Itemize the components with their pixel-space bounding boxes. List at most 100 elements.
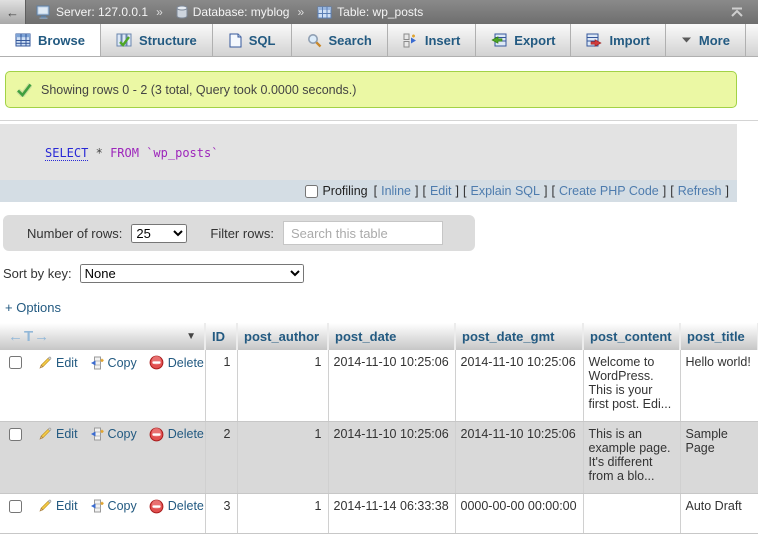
edit-query-link[interactable]: Edit <box>430 184 452 198</box>
tab-more[interactable]: More <box>666 24 746 56</box>
tab-more-label: More <box>699 33 730 48</box>
copy-icon <box>90 427 104 441</box>
tab-import[interactable]: Import <box>571 24 665 56</box>
row-checkbox[interactable] <box>9 428 22 441</box>
cell-post-title: Auto Draft <box>680 493 758 533</box>
options-toggle[interactable]: + Options <box>5 300 61 315</box>
full-texts-toggle[interactable]: ←T→ <box>8 328 50 345</box>
copy-button[interactable]: Copy <box>90 356 137 370</box>
sort-by-key-row: Sort by key: None <box>3 264 758 283</box>
browse-icon <box>15 33 31 47</box>
delete-icon <box>149 355 164 370</box>
sql-query: SELECT * FROM `wp_posts` <box>0 124 737 180</box>
tab-export[interactable]: Export <box>476 24 571 56</box>
cell-post-author: 1 <box>237 350 328 421</box>
column-header-post-date[interactable]: post_date <box>328 323 455 350</box>
column-header-post-date-gmt[interactable]: post_date_gmt <box>455 323 583 350</box>
actions-header: ←T→ ▼ <box>0 323 205 350</box>
tab-browse[interactable]: Browse <box>0 24 101 56</box>
column-header-post-author[interactable]: post_author <box>237 323 328 350</box>
tab-sql-label: SQL <box>249 33 276 48</box>
chevron-down-icon <box>681 36 692 44</box>
breadcrumb-separator: » <box>156 5 163 19</box>
structure-icon <box>116 33 132 47</box>
delete-button[interactable]: Delete <box>149 499 204 514</box>
column-header-id[interactable]: ID <box>205 323 237 350</box>
filter-rows-input[interactable] <box>283 221 443 245</box>
create-php-code-link[interactable]: Create PHP Code <box>559 184 659 198</box>
tab-import-label: Import <box>609 33 649 48</box>
cell-post-content <box>583 493 680 533</box>
bracket: [ <box>374 184 377 198</box>
success-check-icon <box>16 82 32 97</box>
sort-by-key-select[interactable]: None <box>80 264 304 283</box>
delete-icon <box>149 427 164 442</box>
edit-button[interactable]: Edit <box>38 499 78 513</box>
pencil-icon <box>38 356 52 370</box>
breadcrumb-table-label: Table: wp_posts <box>337 5 423 19</box>
number-of-rows-select[interactable]: 25 <box>131 224 187 243</box>
explain-sql-link[interactable]: Explain SQL <box>470 184 539 198</box>
cell-post-title: Hello world! <box>680 350 758 421</box>
back-button[interactable]: ← <box>0 0 26 24</box>
export-icon <box>491 33 507 47</box>
tab-bar: Browse Structure SQL Search Insert Expor… <box>0 24 758 57</box>
insert-icon <box>403 33 418 48</box>
delete-button[interactable]: Delete <box>149 427 204 442</box>
breadcrumb-server[interactable]: Server: 127.0.0.1 <box>36 5 148 19</box>
refresh-link[interactable]: Refresh <box>678 184 722 198</box>
bracket: ] <box>415 184 418 198</box>
database-icon <box>176 5 188 19</box>
cell-post-date-gmt: 2014-11-10 10:25:06 <box>455 350 583 421</box>
cell-post-content: Welcome to WordPress. This is your first… <box>583 350 680 421</box>
query-toolbar: Profiling [ Inline ] [ Edit ] [ Explain … <box>0 180 737 202</box>
tab-sql[interactable]: SQL <box>213 24 292 56</box>
delete-icon <box>149 499 164 514</box>
profiling-checkbox[interactable] <box>305 185 318 198</box>
tab-structure-label: Structure <box>139 33 197 48</box>
rows-control-bar: Number of rows: 25 Filter rows: <box>3 215 475 251</box>
edit-button[interactable]: Edit <box>38 356 78 370</box>
bracket: ] <box>544 184 547 198</box>
collapse-icon[interactable] <box>730 7 744 17</box>
section-divider <box>0 120 758 121</box>
table-icon <box>317 6 332 19</box>
table-header-row: ←T→ ▼ ID post_author post_date post_date… <box>0 323 758 350</box>
delete-button[interactable]: Delete <box>149 355 204 370</box>
tab-export-label: Export <box>514 33 555 48</box>
copy-button[interactable]: Copy <box>90 499 137 513</box>
cell-post-author: 1 <box>237 493 328 533</box>
tab-insert-label: Insert <box>425 33 460 48</box>
profiling-label: Profiling <box>322 184 367 198</box>
tab-structure[interactable]: Structure <box>101 24 213 56</box>
pencil-icon <box>38 499 52 513</box>
cell-post-date-gmt: 2014-11-10 10:25:06 <box>455 421 583 493</box>
sql-keyword-select[interactable]: SELECT <box>45 146 88 161</box>
bracket: ] <box>456 184 459 198</box>
sql-star: * <box>96 146 103 160</box>
row-checkbox[interactable] <box>9 356 22 369</box>
status-message: Showing rows 0 - 2 (3 total, Query took … <box>5 71 737 108</box>
copy-icon <box>90 499 104 513</box>
bracket: ] <box>726 184 729 198</box>
cell-id: 1 <box>205 350 237 421</box>
column-header-post-content[interactable]: post_content <box>583 323 680 350</box>
copy-button[interactable]: Copy <box>90 427 137 441</box>
column-header-post-title[interactable]: post_title <box>680 323 758 350</box>
cell-post-date: 2014-11-14 06:33:38 <box>328 493 455 533</box>
tab-insert[interactable]: Insert <box>388 24 476 56</box>
bracket: [ <box>463 184 466 198</box>
bulk-actions-caret-icon[interactable]: ▼ <box>186 331 196 342</box>
inline-link[interactable]: Inline <box>381 184 411 198</box>
breadcrumb-database[interactable]: Database: myblog <box>176 5 290 19</box>
table-row: Edit Copy Delete 3 1 2014-11-14 06:33:38 <box>0 493 758 533</box>
breadcrumb-database-label: Database: myblog <box>193 5 290 19</box>
breadcrumb-table[interactable]: Table: wp_posts <box>317 5 423 19</box>
row-checkbox[interactable] <box>9 500 22 513</box>
edit-button[interactable]: Edit <box>38 427 78 441</box>
bracket: [ <box>422 184 425 198</box>
search-icon <box>307 33 322 48</box>
sql-table-name: `wp_posts` <box>146 146 218 160</box>
bracket: [ <box>670 184 673 198</box>
tab-search[interactable]: Search <box>292 24 388 56</box>
